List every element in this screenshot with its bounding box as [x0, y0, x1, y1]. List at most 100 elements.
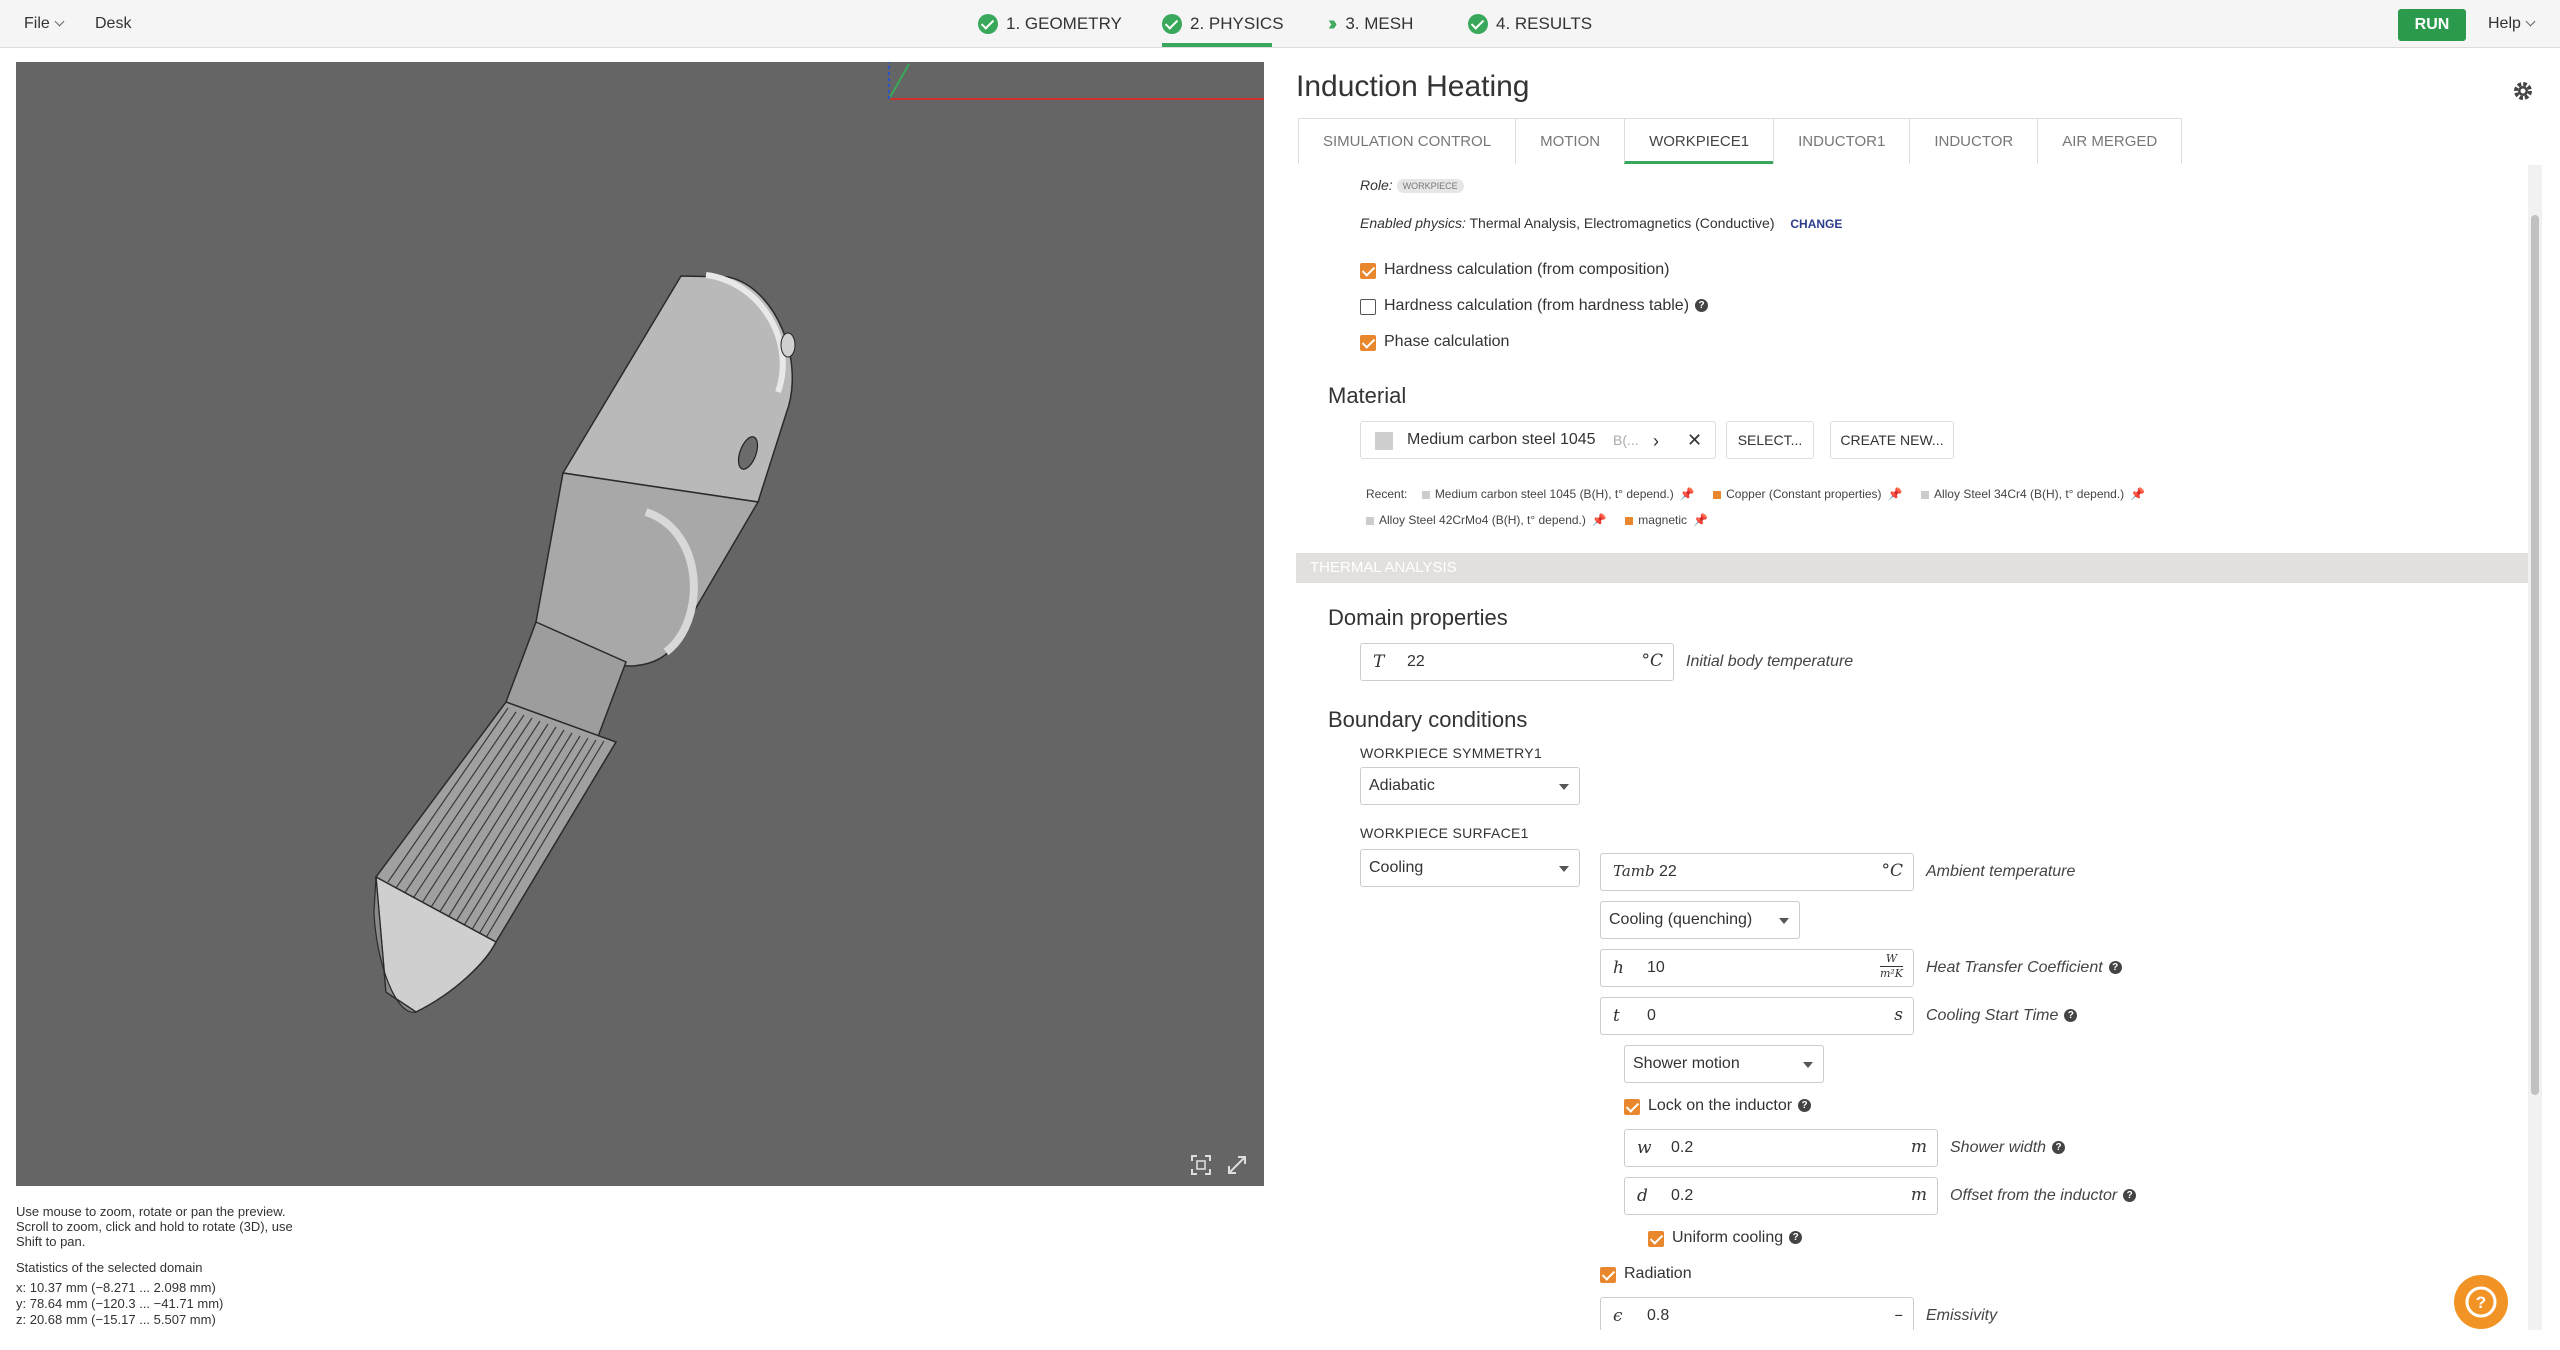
field-symbol: T	[1373, 652, 1385, 672]
step-label: 1. GEOMETRY	[1006, 14, 1122, 33]
step-results[interactable]: 4. RESULTS	[1468, 0, 1592, 48]
help-menu[interactable]: Help	[2488, 0, 2536, 48]
tab-inductor[interactable]: INDUCTOR	[1909, 118, 2039, 164]
domain-properties-heading: Domain properties	[1328, 605, 1508, 630]
material-color-swatch	[1421, 490, 1430, 499]
field-unit: –	[1894, 1305, 1904, 1325]
file-menu[interactable]: File	[24, 0, 65, 48]
desk-menu[interactable]: Desk	[95, 0, 131, 48]
fullscreen-icon[interactable]	[1226, 1154, 1248, 1176]
create-material-button[interactable]: CREATE NEW...	[1830, 421, 1954, 459]
lock-inductor-checkbox[interactable]	[1624, 1099, 1640, 1115]
recent-material-chip[interactable]: Alloy Steel 34Cr4 (B(H), t° depend.) 📌	[1920, 481, 2145, 507]
close-icon[interactable]: ✕	[1687, 430, 1702, 451]
cooling-start-label: Cooling Start Time	[1926, 1007, 2059, 1024]
emissivity-field[interactable]: ϵ 0.8 –	[1600, 1297, 1914, 1330]
radiation-checkbox[interactable]	[1600, 1267, 1616, 1283]
help-icon[interactable]: ?	[1789, 1231, 1803, 1245]
check-circle-icon	[1468, 14, 1488, 34]
uniform-cooling-checkbox[interactable]	[1648, 1231, 1664, 1247]
htc-field[interactable]: h 10 W m²K	[1600, 949, 1914, 987]
run-button[interactable]: RUN	[2398, 9, 2466, 41]
initial-temperature-label: Initial body temperature	[1686, 653, 1854, 670]
field-value: 0.8	[1647, 1307, 1670, 1324]
pin-icon[interactable]: 📌	[1592, 513, 1607, 527]
scrollbar-thumb[interactable]	[2531, 215, 2539, 1095]
radiation-label: Radiation	[1624, 1265, 1692, 1282]
uniform-cooling-row: Uniform cooling?	[1672, 1229, 1803, 1247]
help-icon[interactable]: ?	[2052, 1141, 2066, 1155]
recent-material-chip[interactable]: Copper (Constant properties) 📌	[1713, 481, 1903, 507]
help-icon[interactable]: ?	[1798, 1099, 1812, 1113]
fit-view-icon[interactable]	[1190, 1154, 1212, 1176]
hardness-table-checkbox[interactable]	[1360, 299, 1376, 315]
shower-width-label-row: Shower width?	[1950, 1139, 2066, 1157]
field-value: 22	[1659, 863, 1677, 880]
inductor-offset-label-row: Offset from the inductor?	[1950, 1187, 2137, 1205]
support-button[interactable]: ?	[2454, 1275, 2508, 1329]
role-label: Role:	[1360, 177, 1393, 193]
pin-icon[interactable]: 📌	[1680, 487, 1695, 501]
material-name: Medium carbon steel 1045	[1407, 431, 1596, 448]
help-icon[interactable]: ?	[1695, 299, 1709, 313]
pin-icon[interactable]: 📌	[1888, 487, 1903, 501]
material-selector[interactable]: Medium carbon steel 1045 B(... › ✕	[1360, 421, 1716, 459]
tab-workpiece1[interactable]: WORKPIECE1	[1624, 118, 1775, 164]
phase-label: Phase calculation	[1384, 333, 1510, 350]
surface-condition-select[interactable]: Cooling	[1360, 849, 1580, 887]
tab-simulation-control[interactable]: SIMULATION CONTROL	[1298, 118, 1517, 164]
field-symbol: d	[1637, 1186, 1648, 1206]
recent-material-chip[interactable]: Alloy Steel 42CrMo4 (B(H), t° depend.) 📌	[1366, 507, 1607, 533]
field-value: 0.2	[1671, 1139, 1694, 1156]
help-icon[interactable]: ?	[2108, 961, 2122, 975]
emissivity-label: Emissivity	[1926, 1307, 1998, 1324]
initial-temperature-field[interactable]: T 22 °C	[1360, 643, 1674, 681]
enabled-physics-row: Enabled physics: Thermal Analysis, Elect…	[1360, 215, 1842, 231]
stats-title: Statistics of the selected domain	[16, 1260, 203, 1275]
gear-icon[interactable]	[2510, 78, 2536, 104]
motion-type-select[interactable]: Shower motion	[1624, 1045, 1824, 1083]
pin-icon[interactable]: 📌	[2130, 487, 2145, 501]
step-physics[interactable]: 2. PHYSICS	[1162, 0, 1284, 48]
field-unit: m	[1910, 1137, 1927, 1157]
ambient-temperature-field[interactable]: Tamb 22 °C	[1600, 853, 1914, 891]
panel-scrollbar[interactable]	[2528, 165, 2542, 1330]
inductor-offset-field[interactable]: d 0.2 m	[1624, 1177, 1938, 1215]
field-unit: m	[1910, 1185, 1927, 1205]
recent-material-chip[interactable]: magnetic 📌	[1625, 507, 1708, 533]
hardness-composition-checkbox[interactable]	[1360, 263, 1376, 279]
help-icon[interactable]: ?	[2064, 1009, 2078, 1023]
phase-checkbox[interactable]	[1360, 335, 1376, 351]
recent-material-name: Alloy Steel 42CrMo4 (B(H), t° depend.)	[1379, 513, 1586, 527]
step-geometry[interactable]: 1. GEOMETRY	[978, 0, 1122, 48]
svg-text:?: ?	[2476, 1293, 2486, 1312]
help-line: Use mouse to zoom, rotate or pan the pre…	[16, 1204, 286, 1219]
select-material-button[interactable]: SELECT...	[1726, 421, 1814, 459]
workpiece-symmetry-heading: WORKPIECE SYMMETRY1	[1360, 745, 1543, 761]
3d-viewport[interactable]	[16, 62, 1264, 1186]
hardness-table-label: Hardness calculation (from hardness tabl…	[1384, 297, 1690, 314]
pin-icon[interactable]: 📌	[1693, 513, 1708, 527]
chevron-right-icon[interactable]: ›	[1653, 431, 1659, 452]
stat-y: y: 78.64 mm (−120.3 ... −41.71 mm)	[16, 1296, 224, 1311]
tab-motion[interactable]: MOTION	[1515, 118, 1626, 164]
hardness-table-row: Hardness calculation (from hardness tabl…	[1384, 297, 1709, 315]
change-physics-link[interactable]: CHANGE	[1790, 217, 1842, 231]
step-mesh[interactable]: ›› 3. MESH	[1328, 0, 1413, 48]
ambient-temperature-label: Ambient temperature	[1926, 863, 2076, 880]
tab-inductor1[interactable]: INDUCTOR1	[1773, 118, 1911, 164]
cooling-type-select[interactable]: Cooling (quenching)	[1600, 901, 1800, 939]
chevron-down-icon	[2525, 16, 2536, 27]
shower-width-field[interactable]: w 0.2 m	[1624, 1129, 1938, 1167]
tab-air-merged[interactable]: AIR MERGED	[2037, 118, 2183, 164]
field-value: 10	[1647, 959, 1665, 976]
select-value: Shower motion	[1633, 1055, 1740, 1072]
help-icon[interactable]: ?	[2123, 1189, 2137, 1203]
hardness-composition-label: Hardness calculation (from composition)	[1384, 261, 1670, 278]
help-menu-label: Help	[2488, 15, 2521, 32]
recent-material-chip[interactable]: Medium carbon steel 1045 (B(H), t° depen…	[1421, 481, 1695, 507]
recent-material-name: Copper (Constant properties)	[1726, 487, 1882, 501]
symmetry-condition-select[interactable]: Adiabatic	[1360, 767, 1580, 805]
material-heading: Material	[1328, 383, 1407, 408]
cooling-start-field[interactable]: t 0 s	[1600, 997, 1914, 1035]
